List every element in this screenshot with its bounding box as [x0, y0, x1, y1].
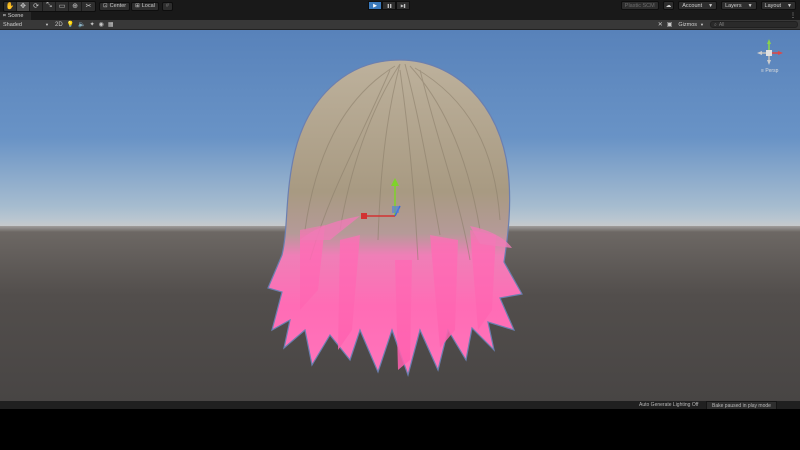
chevron-down-icon: ▼ — [700, 22, 704, 27]
bake-status-label: Bake paused in play mode — [712, 402, 771, 409]
scene-viewport[interactable]: ≡ Persp — [0, 30, 800, 401]
tab-bar: ⌗ Scene ⋮ — [0, 12, 800, 20]
more-menu-icon[interactable]: ⋮ — [790, 12, 796, 19]
play-button[interactable]: ▶ — [368, 1, 382, 10]
gizmos-label: Gizmos — [678, 21, 698, 28]
grid-icon[interactable]: ▦ — [108, 21, 114, 28]
tab-scene[interactable]: ⌗ Scene — [0, 12, 32, 20]
account-label: Account — [682, 2, 703, 9]
pivot-rotation-label: Local — [141, 3, 155, 9]
hair-model[interactable] — [0, 30, 800, 401]
scene-view-toolbar: Shaded ▼ 2D 💡 🔈 ✦ ◉ ▦ ✕ ▣ Gizmos ▼ ⌕ All — [0, 20, 800, 30]
search-input[interactable]: ⌕ All — [710, 21, 798, 28]
cloud-icon: ☁ — [665, 2, 672, 9]
plastic-scm-button[interactable]: Plastic SCM — [620, 1, 659, 10]
local-icon: ⊞ — [135, 3, 140, 9]
snap-icon: # — [165, 3, 169, 9]
pivot-mode-toggle[interactable]: ⊡ Center — [99, 1, 131, 11]
account-dropdown[interactable]: Account ▼ — [678, 1, 718, 10]
projection-text: Persp — [765, 68, 779, 74]
layers-dropdown[interactable]: Layers ▼ — [721, 1, 757, 10]
tab-scene-label: Scene — [7, 13, 24, 19]
chevron-down-icon: ▼ — [787, 2, 792, 9]
pivot-mode-label: Center — [109, 3, 127, 9]
pivot-icon: ⊡ — [103, 3, 108, 9]
camera-icon[interactable]: ▣ — [667, 21, 673, 28]
play-controls: ▶ ❚❚ ▶❚ — [368, 1, 410, 10]
draw-mode-label: Shaded — [3, 21, 22, 28]
gizmos-dropdown[interactable]: Gizmos ▼ — [676, 21, 706, 28]
lighting-icon[interactable]: 💡 — [67, 21, 74, 28]
pause-button[interactable]: ❚❚ — [382, 1, 396, 10]
hidden-objects-icon[interactable]: ◉ — [99, 21, 104, 28]
search-icon: ⌕ — [714, 21, 717, 28]
search-placeholder: All — [718, 21, 725, 28]
hand-icon[interactable]: ✋ — [4, 1, 17, 11]
scale-icon[interactable]: ⤡ — [43, 1, 56, 11]
audio-icon[interactable]: 🔈 — [78, 21, 85, 28]
pivot-rotation-toggle[interactable]: ⊞ Local — [131, 1, 159, 11]
chevron-down-icon: ▼ — [747, 2, 753, 9]
rect-icon[interactable]: ▭ — [56, 1, 69, 11]
toolbar-right: Plastic SCM ☁ Account ▼ Layers ▼ Layout … — [617, 1, 796, 10]
transform-icon[interactable]: ⊕ — [69, 1, 82, 11]
scene-tab-icon: ⌗ — [3, 13, 6, 19]
transform-tools: ✋ ✥ ⟳ ⤡ ▭ ⊕ ✂ — [3, 0, 96, 12]
layers-label: Layers — [725, 2, 742, 9]
hair-mass — [267, 59, 523, 378]
chevron-down-icon: ▼ — [45, 22, 49, 27]
draw-mode-dropdown[interactable]: Shaded ▼ — [1, 21, 51, 28]
cloud-button[interactable]: ☁ — [662, 1, 675, 10]
letterbox-bottom — [0, 409, 800, 450]
tools-icon[interactable]: ✕ — [658, 21, 663, 28]
scene-toolbar-right: ✕ ▣ Gizmos ▼ ⌕ All — [654, 20, 800, 29]
step-button[interactable]: ▶❚ — [396, 1, 410, 10]
orientation-gizmo[interactable] — [747, 37, 795, 85]
layout-label: Layout — [764, 2, 782, 9]
custom-tool-icon[interactable]: ✂ — [82, 2, 95, 11]
move-icon[interactable]: ✥ — [17, 1, 30, 11]
mode-2d-toggle[interactable]: 2D — [55, 22, 63, 28]
rotate-icon[interactable]: ⟳ — [30, 1, 43, 11]
plastic-scm-label: Plastic SCM — [624, 2, 655, 9]
status-bar: Auto Generate Lighting Off Bake paused i… — [0, 401, 800, 410]
layout-dropdown[interactable]: Layout ▼ — [760, 1, 796, 10]
effects-icon[interactable]: ✦ — [90, 21, 95, 28]
chevron-down-icon: ▼ — [708, 2, 714, 9]
lighting-status[interactable]: Auto Generate Lighting Off — [639, 402, 698, 408]
snap-toggle[interactable]: # — [161, 1, 173, 11]
projection-label[interactable]: ≡ Persp — [761, 68, 778, 74]
